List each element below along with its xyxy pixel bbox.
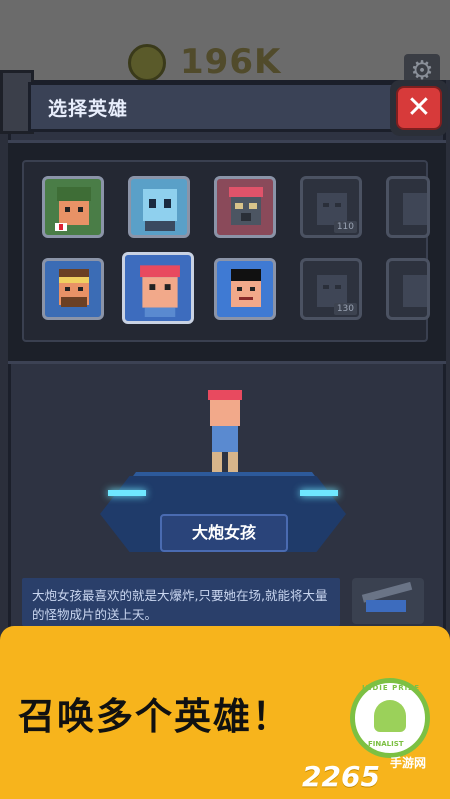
hero-slot-blue-robot[interactable] bbox=[128, 176, 190, 238]
hero-slot-cannon-girl-selected[interactable] bbox=[122, 252, 194, 324]
promo-slogan: 召唤多个英雄！ bbox=[18, 695, 291, 738]
hero-portrait bbox=[59, 269, 89, 307]
hero-grid: 110 130 bbox=[22, 160, 430, 342]
hero-slot-black-hair[interactable] bbox=[214, 258, 276, 320]
hero-slot-headband-beard[interactable] bbox=[42, 258, 104, 320]
hero-portrait bbox=[55, 187, 91, 231]
coin-value: 196K bbox=[180, 42, 282, 82]
hero-slot-locked[interactable] bbox=[386, 258, 430, 320]
locked-hero-silhouette bbox=[403, 193, 427, 225]
watermark-logo: 2265 bbox=[302, 760, 380, 793]
hero-portrait bbox=[231, 269, 261, 307]
badge-bottom-text: FINALIST bbox=[368, 740, 404, 748]
close-icon[interactable]: ✕ bbox=[396, 86, 442, 130]
stage-light-right bbox=[300, 490, 338, 496]
hero-portrait bbox=[143, 189, 177, 231]
locked-hero-silhouette bbox=[403, 275, 427, 307]
watermark-sub: 手游网 bbox=[390, 756, 427, 770]
hero-slot-gas-mask[interactable] bbox=[214, 176, 276, 238]
skill-button[interactable] bbox=[352, 578, 424, 624]
coin-icon bbox=[128, 44, 166, 82]
stage-light-left bbox=[108, 490, 146, 496]
cannon-icon bbox=[361, 581, 413, 612]
dialog-title: 选择英雄 bbox=[48, 98, 129, 120]
badge-top-text: INDIE PRIZE bbox=[362, 684, 421, 692]
hero-portrait bbox=[140, 265, 180, 317]
hero-name-plate: 大炮女孩 bbox=[160, 514, 288, 552]
hero-slot-green-helmet[interactable] bbox=[42, 176, 104, 238]
unlock-level-badge: 110 bbox=[333, 221, 357, 233]
hero-slot-locked[interactable]: 110 bbox=[300, 176, 362, 238]
unlock-level-badge: 130 bbox=[333, 303, 357, 315]
hero-slot-locked[interactable] bbox=[386, 176, 430, 238]
badge-mascot-icon bbox=[374, 700, 406, 732]
hero-description: 大炮女孩最喜欢的就是大爆炸,只要她在场,就能将大量的怪物成片的送上天。 bbox=[22, 578, 340, 626]
hero-slot-locked[interactable]: 130 bbox=[300, 258, 362, 320]
hero-portrait bbox=[229, 187, 263, 225]
